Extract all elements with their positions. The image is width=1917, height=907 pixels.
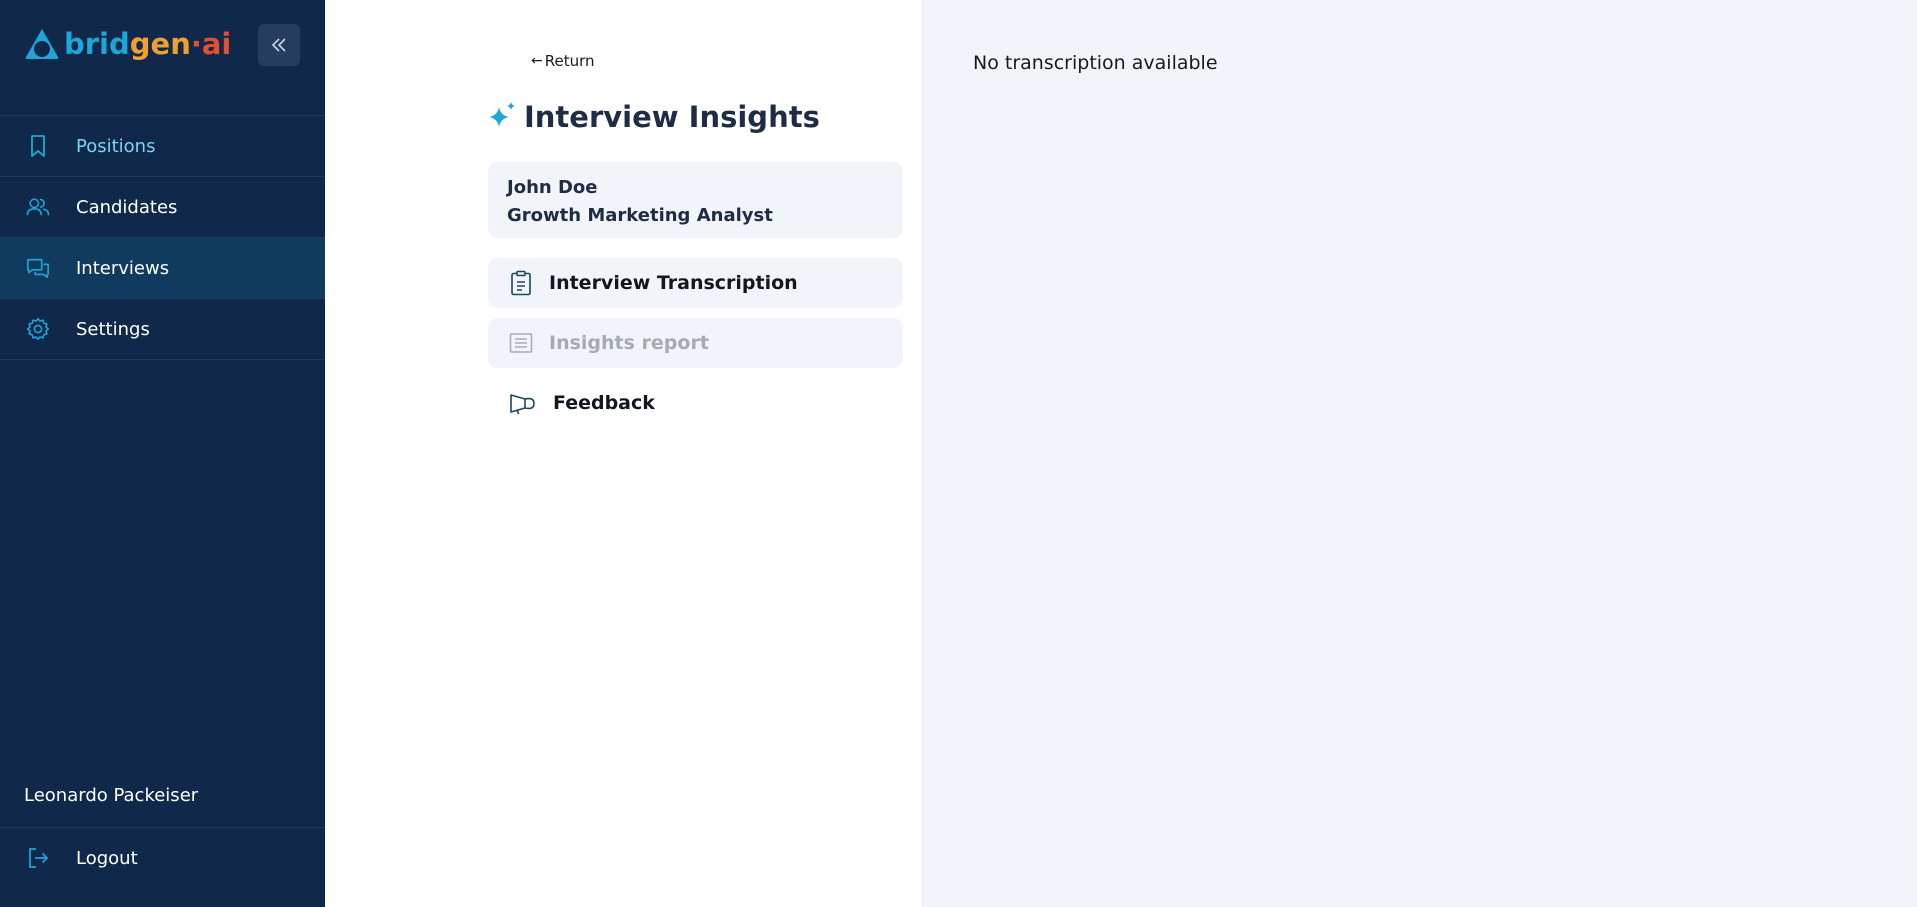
return-link[interactable]: ← Return: [531, 52, 595, 70]
document-lines-icon: [509, 333, 533, 353]
sidebar-item-label: Interviews: [76, 257, 170, 279]
clipboard-icon: [511, 270, 531, 296]
sidebar-item-label: Settings: [76, 318, 150, 340]
interview-transcription-label: Interview Transcription: [549, 272, 798, 294]
sidebar: brid gen ·ai Positions Candidates Interv…: [0, 0, 325, 907]
megaphone-icon: [510, 394, 535, 415]
app: brid gen ·ai Positions Candidates Interv…: [0, 0, 1917, 907]
insights-panel: ← Return Interview Insights John Doe Gro…: [325, 0, 923, 907]
collapse-sidebar-button[interactable]: [258, 24, 300, 66]
sidebar-item-interviews[interactable]: Interviews: [0, 238, 325, 299]
sidebar-item-label: Candidates: [76, 196, 178, 218]
current-user-name: Leonardo Packeiser: [24, 785, 199, 806]
gear-icon: [26, 317, 50, 341]
return-label: Return: [544, 52, 595, 70]
logo-text-part1: brid: [64, 27, 130, 61]
feedback-button[interactable]: Feedback: [488, 378, 903, 428]
transcription-panel: No transcription available: [923, 0, 1917, 907]
double-chevron-left-icon: [271, 38, 286, 52]
bookmark-icon: [26, 134, 50, 158]
logo-mark-icon: [25, 29, 59, 59]
insights-report-button[interactable]: Insights report: [488, 318, 903, 368]
no-transcription-message: No transcription available: [973, 52, 1218, 74]
logout-label: Logout: [76, 847, 138, 869]
sparkle-icon: [489, 102, 515, 127]
page-title: Interview Insights: [488, 100, 820, 134]
interview-transcription-button[interactable]: Interview Transcription: [488, 258, 903, 308]
logout-button[interactable]: Logout: [0, 827, 325, 888]
sidebar-item-candidates[interactable]: Candidates: [0, 177, 325, 238]
arrow-left-icon: ←: [531, 53, 543, 69]
sidebar-nav: Positions Candidates Interviews Settings: [0, 115, 325, 360]
brand-logo[interactable]: brid gen ·ai: [24, 24, 231, 64]
candidate-role: Growth Marketing Analyst: [507, 205, 773, 226]
page-title-text: Interview Insights: [524, 100, 820, 134]
candidate-name: John Doe: [507, 177, 598, 198]
insights-report-label: Insights report: [549, 332, 709, 354]
logout-icon: [26, 846, 50, 870]
sidebar-item-label: Positions: [76, 135, 156, 157]
logo-text-part3: ·ai: [190, 27, 232, 61]
users-icon: [26, 195, 50, 219]
candidate-card: John Doe Growth Marketing Analyst: [488, 162, 903, 238]
logo-text-part2: gen: [129, 27, 191, 61]
sidebar-item-positions[interactable]: Positions: [0, 116, 325, 177]
chat-bubbles-icon: [26, 256, 50, 280]
sidebar-item-settings[interactable]: Settings: [0, 299, 325, 360]
feedback-label: Feedback: [553, 392, 655, 414]
